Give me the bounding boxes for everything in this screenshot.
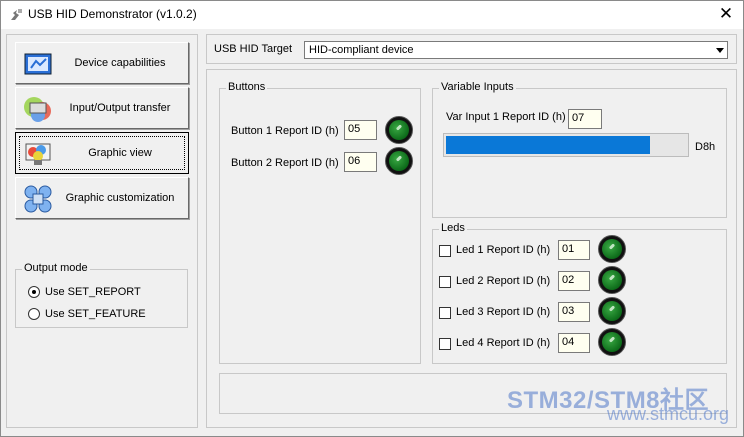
button1-led <box>385 116 413 144</box>
graphic-view-label: Graphic view <box>88 147 152 159</box>
graphic-customization-button[interactable]: Graphic customization <box>15 177 189 219</box>
close-icon: ✕ <box>718 4 734 23</box>
led4-checkbox[interactable] <box>439 338 451 350</box>
led1-checkbox[interactable] <box>439 245 451 257</box>
io-transfer-label: Input/Output transfer <box>69 102 171 114</box>
usb-hid-icon <box>11 9 22 20</box>
target-label: USB HID Target <box>214 43 293 55</box>
chevron-down-icon[interactable] <box>710 42 727 58</box>
watermark-url: www.stmcu.org <box>607 404 730 424</box>
io-transfer-button[interactable]: Input/Output transfer <box>15 87 189 129</box>
buttons-group-title: Buttons <box>226 81 268 93</box>
var-input1-value-text: D8h <box>695 141 716 153</box>
button1-report-label: Button 1 Report ID (h) <box>231 125 339 137</box>
device-capabilities-label: Device capabilities <box>74 57 166 69</box>
target-select-value: HID-compliant device <box>309 44 414 56</box>
variable-inputs-title: Variable Inputs <box>439 81 516 93</box>
graphic-customization-icon <box>24 185 52 213</box>
button2-led <box>385 147 413 175</box>
var-input1-progress-fill <box>446 136 650 154</box>
led3-report-label: Led 3 Report ID (h) <box>456 306 551 318</box>
graphic-customization-label: Graphic customization <box>65 192 175 204</box>
title-bar: USB HID Demonstrator (v1.0.2) ✕ <box>1 1 743 29</box>
app-window: USB HID Demonstrator (v1.0.2) ✕ Device c… <box>0 0 744 437</box>
window-title: USB HID Demonstrator (v1.0.2) <box>28 7 197 21</box>
led1-report-id-field[interactable]: 01 <box>558 240 590 260</box>
led4-report-label: Led 4 Report ID (h) <box>456 337 551 349</box>
set-feature-label: Use SET_FEATURE <box>45 308 146 320</box>
button2-report-label: Button 2 Report ID (h) <box>231 157 339 169</box>
target-select[interactable]: HID-compliant device <box>304 41 728 59</box>
led3-report-id-field[interactable]: 03 <box>558 302 590 322</box>
led1-indicator <box>598 235 626 263</box>
led2-report-id-field[interactable]: 02 <box>558 271 590 291</box>
led3-checkbox[interactable] <box>439 307 451 319</box>
led2-checkbox[interactable] <box>439 276 451 288</box>
led3-indicator <box>598 297 626 325</box>
var-input1-report-id-field[interactable]: 07 <box>568 109 602 129</box>
led2-report-label: Led 2 Report ID (h) <box>456 275 551 287</box>
output-mode-title: Output mode <box>22 262 90 274</box>
button2-report-id-field[interactable]: 06 <box>344 152 377 172</box>
device-capabilities-icon <box>24 53 52 75</box>
led4-indicator <box>598 328 626 356</box>
device-capabilities-button[interactable]: Device capabilities <box>15 42 189 84</box>
led1-report-label: Led 1 Report ID (h) <box>456 244 551 256</box>
set-report-label: Use SET_REPORT <box>45 286 141 298</box>
set-report-radio[interactable] <box>28 286 40 298</box>
button1-report-id-field[interactable]: 05 <box>344 120 377 140</box>
graphic-view-button[interactable]: Graphic view <box>15 132 189 174</box>
leds-group-title: Leds <box>439 222 467 234</box>
var-input1-label: Var Input 1 Report ID (h) <box>446 111 566 123</box>
led2-indicator <box>598 266 626 294</box>
io-transfer-icon <box>24 97 51 122</box>
led4-report-id-field[interactable]: 04 <box>558 333 590 353</box>
var-input1-progress-bar <box>443 133 689 157</box>
set-feature-radio[interactable] <box>28 308 40 320</box>
close-button[interactable]: ✕ <box>713 3 739 25</box>
graphic-view-icon <box>25 143 51 165</box>
